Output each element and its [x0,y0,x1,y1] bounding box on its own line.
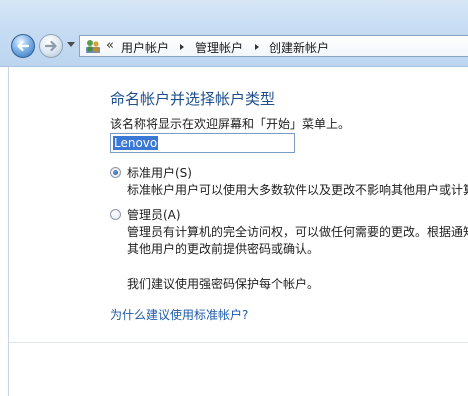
window-border [8,67,9,396]
name-prompt: 该名称将显示在欢迎屏幕和「开始」菜单上。 [110,117,351,131]
standard-user-label[interactable]: 标准用户(S) [127,164,192,181]
breadcrumb-overflow[interactable]: « [106,38,114,53]
recent-pages-dropdown[interactable] [67,42,75,47]
administrator-description-line-2: 其他用户的更改前提供密码或确认。 [127,242,320,256]
divider [9,342,468,343]
arrow-right-icon [44,40,57,52]
administrator-description-line-1: 管理员有计算机的完全访问权，可以做任何需要的更改。根据通知 [127,225,468,239]
page-title: 命名帐户并选择帐户类型 [110,90,276,108]
account-name-input[interactable]: Lenovo [110,133,295,153]
administrator-radio[interactable] [110,209,121,220]
navigation-bar: « 用户帐户 管理帐户 创建新帐户 [0,0,468,67]
back-button[interactable] [11,34,35,58]
breadcrumb-chevron-icon[interactable] [255,44,259,50]
address-bar[interactable]: « 用户帐户 管理帐户 创建新帐户 [79,35,468,57]
standard-user-description: 标准帐户用户可以使用大多数软件以及更改不影响其他用户或计算 [127,183,468,197]
standard-user-radio[interactable] [110,167,121,178]
forward-button[interactable] [39,34,63,58]
breadcrumb-manage-accounts[interactable]: 管理帐户 [195,39,243,56]
user-accounts-icon [86,40,100,53]
password-recommendation: 我们建议使用强密码保护每个帐户。 [127,277,320,291]
breadcrumb-create-account[interactable]: 创建新帐户 [269,39,329,56]
breadcrumb-user-accounts[interactable]: 用户帐户 [121,39,169,56]
account-name-value: Lenovo [113,136,159,150]
breadcrumb-chevron-icon[interactable] [180,44,184,50]
administrator-label[interactable]: 管理员(A) [127,206,181,223]
arrow-left-icon [17,40,30,52]
why-standard-account-link[interactable]: 为什么建议使用标准帐户? [110,306,248,323]
